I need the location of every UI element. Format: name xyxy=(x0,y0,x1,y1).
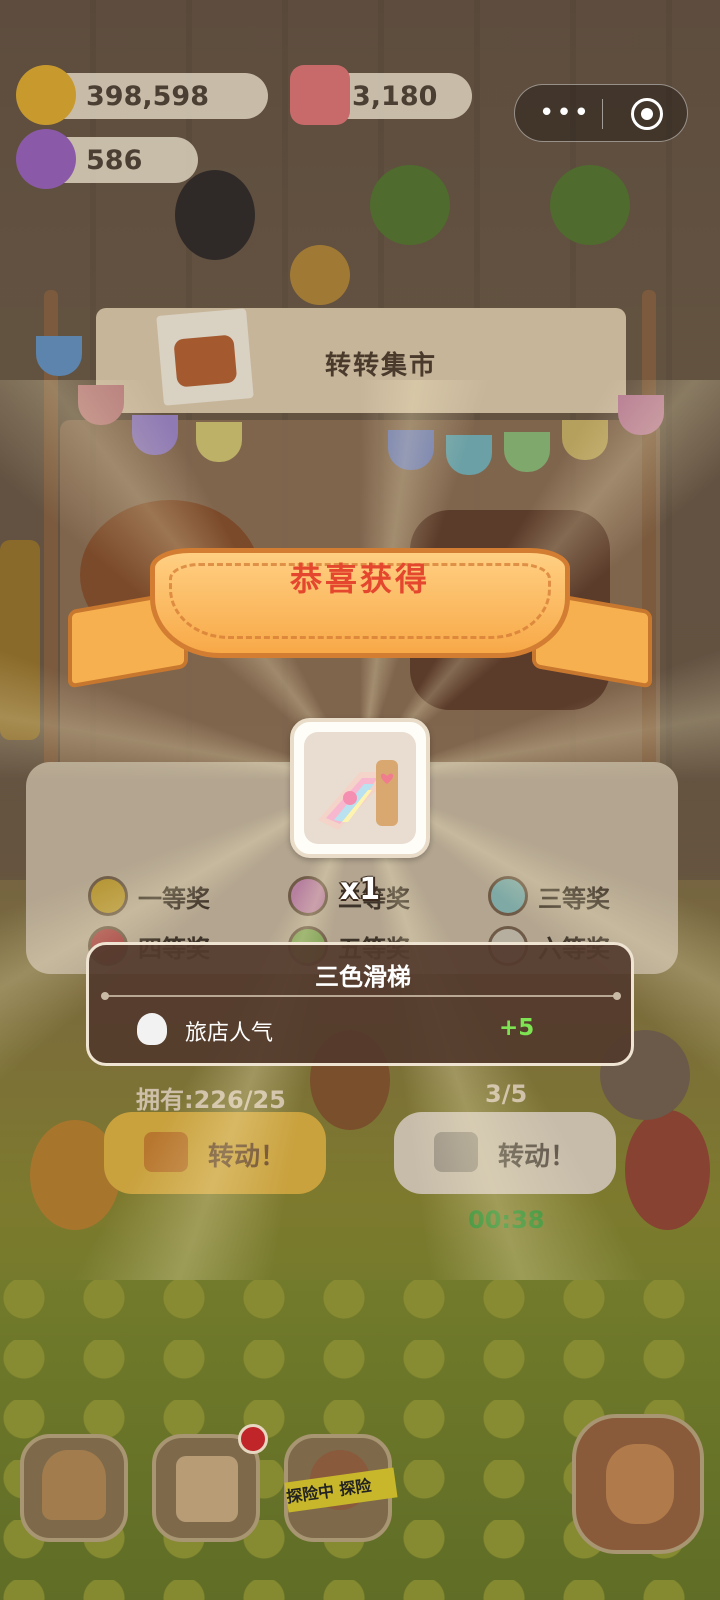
coin-value: 398,598 xyxy=(86,81,209,112)
close-miniprogram-button[interactable] xyxy=(631,98,663,130)
spin-ticket-button[interactable]: 转动！ xyxy=(104,1112,326,1194)
video-spin-count: 3/5 xyxy=(485,1080,528,1108)
more-menu-button[interactable]: ••• xyxy=(535,98,595,128)
spin-video-label: 转动！ xyxy=(498,1142,577,1172)
character-head xyxy=(175,170,255,260)
cookie-character xyxy=(290,245,350,305)
slide-item-image xyxy=(304,732,416,844)
slide-icon xyxy=(318,760,398,830)
house-icon xyxy=(42,1450,106,1520)
capsule-divider xyxy=(602,99,603,129)
bunting-flag xyxy=(562,420,608,460)
prize-label: 一等奖 xyxy=(138,884,210,913)
spin-video-button[interactable]: 转动！ xyxy=(394,1112,616,1194)
prize-first: 一等奖 xyxy=(88,876,210,916)
crystal-icon xyxy=(16,129,76,189)
ticket-icon xyxy=(144,1132,188,1172)
nav-market-button[interactable] xyxy=(572,1414,704,1554)
miniprogram-capsule: ••• xyxy=(514,84,688,142)
bunting-flag xyxy=(78,385,124,425)
notification-badge xyxy=(238,1424,268,1454)
stall-title: 转转集市 xyxy=(324,351,437,381)
coin-counter[interactable]: 398,598 xyxy=(16,65,268,125)
prize-label: 三等奖 xyxy=(538,884,610,913)
prize-third: 三等奖 xyxy=(488,876,610,916)
bunting-flag xyxy=(446,435,492,475)
info-divider xyxy=(101,992,621,1000)
prize-third-icon xyxy=(488,876,528,916)
market-stall-icon xyxy=(606,1444,674,1524)
prize-first-icon xyxy=(88,876,128,916)
ticket-counter[interactable]: 586 xyxy=(16,129,198,189)
giraffe-decoration xyxy=(0,540,40,740)
owned-count: 拥有:226/25 xyxy=(136,1086,286,1114)
potted-tree xyxy=(550,165,630,245)
notebook-heart-icon xyxy=(176,1456,238,1522)
bunting-flag xyxy=(36,336,82,376)
reward-quantity: x1 xyxy=(339,872,381,907)
cooldown-timer: 00:38 xyxy=(468,1206,545,1234)
bunting-flag xyxy=(504,432,550,472)
reward-item-card[interactable] xyxy=(290,718,430,858)
nav-house-button[interactable] xyxy=(20,1434,128,1542)
stat-value: +5 xyxy=(499,1015,535,1041)
tv-icon xyxy=(156,308,254,406)
video-icon xyxy=(434,1132,478,1172)
banner-title: 恭喜获得 xyxy=(289,560,430,598)
stat-label: 旅店人气 xyxy=(185,1021,274,1046)
cookie-character xyxy=(625,1110,710,1230)
reward-info-panel: 三色滑梯 旅店人气 +5 xyxy=(86,942,634,1066)
bunting-flag xyxy=(618,395,664,435)
chef-hat-icon xyxy=(137,1013,167,1045)
spin-button-label: 转动！ xyxy=(208,1142,287,1172)
potted-tree xyxy=(370,165,450,245)
ticket-value: 586 xyxy=(86,145,143,176)
gem-value: 3,180 xyxy=(352,81,438,112)
reward-item-name: 三色滑梯 xyxy=(315,963,411,991)
cookie-coin-icon xyxy=(16,65,76,125)
bunting-flag xyxy=(388,430,434,470)
bunting-flag xyxy=(196,422,242,462)
bunting-flag xyxy=(132,415,178,455)
gem-icon xyxy=(290,65,350,125)
gem-counter[interactable]: 3,180 xyxy=(290,65,472,125)
